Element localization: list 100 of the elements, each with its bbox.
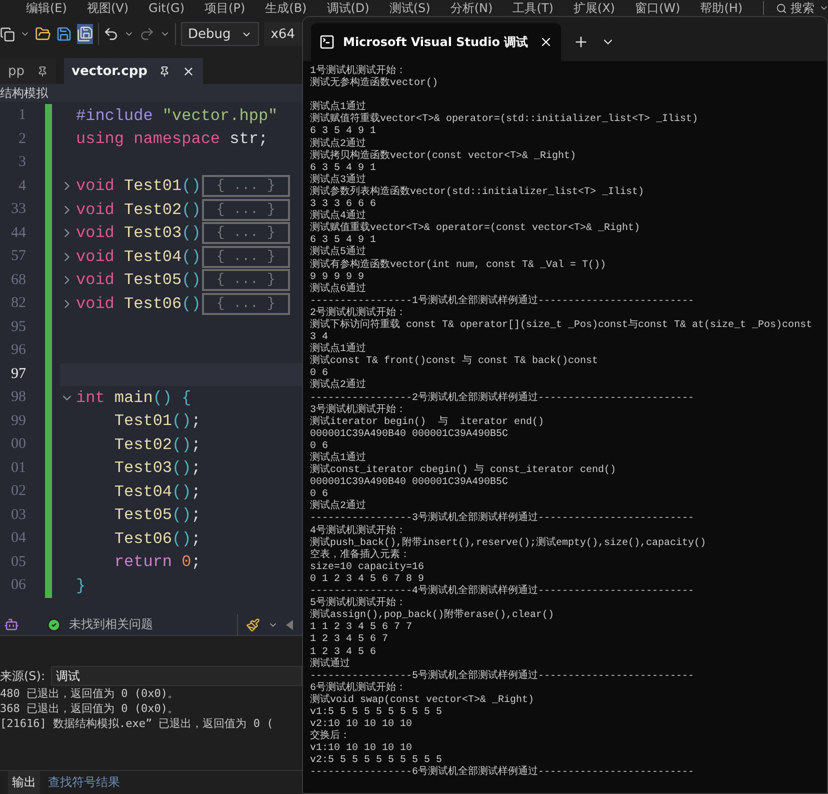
line-number: 97: [10, 364, 26, 384]
panel-tab[interactable]: 输出: [8, 771, 40, 794]
search-icon[interactable]: [776, 2, 787, 14]
menu-item[interactable]: 分析(N): [450, 0, 493, 16]
brush-icon[interactable]: [246, 618, 260, 632]
pin-icon[interactable]: [36, 66, 48, 76]
menu-item[interactable]: 视图(V): [86, 0, 129, 16]
console-line: 000001C39A490B40 000001C39A490B5C: [310, 477, 510, 489]
assistant-icon[interactable]: [4, 617, 19, 632]
configuration-dropdown[interactable]: Debug: [180, 22, 259, 46]
terminal-icon: [319, 34, 335, 50]
console-line: 0 6: [310, 489, 328, 500]
pin-icon[interactable]: [159, 66, 170, 76]
code-line: void Test03(): [76, 223, 201, 244]
console-line: 测试参数列表构造函数vector(std::initializer_list<T> _Ilist): [310, 186, 646, 199]
console-line: 1 2 3 4 5 6: [310, 646, 378, 658]
save-all-icon[interactable]: [77, 24, 93, 44]
menu-item[interactable]: 扩展(X): [573, 0, 615, 16]
code-line: #include "vector.hpp": [76, 106, 278, 126]
terminal-tab[interactable]: Microsoft Visual Studio 调试: [311, 23, 561, 61]
scroll-left-icon[interactable]: [286, 620, 294, 630]
console-line: 测试点3通过: [310, 174, 366, 186]
code-line: Test06();: [113, 528, 201, 549]
menu-item[interactable]: 编辑(E): [26, 0, 67, 16]
source-dropdown[interactable]: 调试: [51, 666, 302, 686]
line-number: 3: [18, 153, 26, 172]
console-line: 测试点1通过: [310, 453, 368, 464]
code-line: void Test06(): [76, 294, 201, 314]
line-number: 4: [18, 176, 26, 196]
file-tab[interactable]: pp: [0, 58, 56, 84]
console-line: 测试拷贝构造函数vector(const vector<T>& _Right): [310, 150, 578, 163]
console-line: -----------------5号测试机全部测试样例通过--------------------------: [310, 670, 696, 682]
console-line: 3 3 3 6 6 6: [310, 199, 378, 210]
menu-item[interactable]: 帮助(H): [700, 0, 743, 16]
line-number: 98: [10, 388, 26, 407]
line-number: 06: [10, 576, 26, 595]
platform-dropdown[interactable]: x64: [264, 22, 302, 46]
search-button[interactable]: 搜索: [762, 1, 828, 15]
code-line: void Test04(): [76, 246, 201, 267]
output-line: 480 已退出，返回值为 0 (0x0)。: [0, 686, 180, 701]
console-line: 空表，准备插入元素：: [310, 550, 827, 562]
line-number: 00: [10, 435, 26, 454]
line-number: 1: [18, 106, 26, 125]
line-number: 01: [10, 458, 26, 478]
menu-item[interactable]: 窗口(W): [634, 0, 680, 16]
console-line: -----------------4号测试机全部测试样例通过--------------------------: [310, 586, 696, 598]
output-line: 368 已退出，返回值为 0 (0x0)。: [0, 701, 180, 716]
output-line: [21616] 数据结构模拟.exe” 已退出，返回值为 0 (: [0, 716, 274, 731]
menu-item[interactable]: 生成(B): [265, 0, 307, 16]
file-tab[interactable]: vector.cpp: [64, 58, 204, 84]
close-icon[interactable]: [182, 64, 196, 78]
console-line: 0 6: [310, 440, 328, 452]
line-number: 99: [10, 412, 26, 430]
console-line: 6 3 5 4 9 1: [310, 235, 378, 246]
new-tab-icon[interactable]: [573, 34, 589, 50]
line-number: 44: [10, 224, 26, 242]
line-number: 82: [10, 294, 26, 313]
console-line: size=10 capacity=16: [310, 562, 426, 574]
menu-item[interactable]: 工具(T): [512, 0, 554, 16]
console-line: 测试iterator begin() 与 iterator end(): [310, 416, 546, 429]
code-line: void Test02(): [76, 200, 201, 220]
check-icon: [47, 618, 61, 632]
menu-item[interactable]: Git(G): [148, 0, 185, 16]
line-number: 04: [10, 529, 26, 548]
console-line: -----------------2号测试机全部测试样例通过--------------------------: [310, 392, 696, 404]
console-line: 测试下标访问符重载 const T& operator[](size_t _Pos)const与const T& at(size_t _Pos)const: [310, 320, 814, 332]
console-line: 测试void swap(const vector<T>& _Right): [310, 694, 536, 707]
code-line: Test01();: [113, 411, 201, 432]
console-line: 3号测试机测试开始：: [310, 404, 408, 416]
console-line: 000001C39A490B40 000001C39A490B5C: [310, 428, 510, 441]
console-line: 测试点6通过: [310, 284, 368, 296]
console-line: 测试const_iterator cbegin() 与 const_iterator cend(): [310, 465, 618, 477]
console-line: 6 3 5 4 9 1: [310, 162, 378, 174]
console-line: 测试点2通过: [310, 380, 368, 393]
close-icon[interactable]: [539, 35, 553, 49]
console-line: 3 4: [310, 332, 328, 344]
code-line: Test03();: [113, 458, 201, 478]
menu-item[interactable]: 调试(D): [326, 0, 370, 16]
console-line: 1 1 2 3 4 5 6 7 7: [310, 622, 414, 634]
line-number: 2: [18, 130, 26, 148]
console-line: -----------------6号测试机全部测试样例通过--------------------------: [310, 767, 696, 780]
console-line: v1:10 10 10 10 10: [310, 743, 414, 755]
code-line: int main() {: [76, 388, 192, 408]
line-number: 95: [10, 318, 26, 336]
line-number: 57: [10, 247, 26, 266]
console-line: 测试点5通过: [310, 247, 368, 258]
panel-tab[interactable]: 查找符号结果: [44, 771, 124, 794]
console-line: 5号测试机测试开始：: [310, 598, 406, 610]
console-line: 2号测试机测试开始：: [310, 308, 408, 319]
code-line: void Test05(): [76, 270, 201, 290]
console-line: 测试赋值重载vector<T>& operator=(const vector<T>& _Right): [310, 223, 642, 235]
console-line: 测试点2通过: [310, 501, 368, 513]
code-line: Test04();: [113, 482, 201, 502]
console-line: 测试点1通过: [310, 344, 368, 356]
console-line: 测试点2通过: [310, 138, 366, 150]
menu-item[interactable]: 项目(P): [204, 0, 246, 16]
console-line: 0 1 2 3 4 5 6 7 8 9: [310, 574, 426, 585]
menu-item[interactable]: 测试(S): [389, 0, 430, 16]
scope-label[interactable]: 结构模拟: [0, 86, 48, 100]
console-line: 测试const T& front()const 与 const T& back()const: [310, 356, 600, 368]
